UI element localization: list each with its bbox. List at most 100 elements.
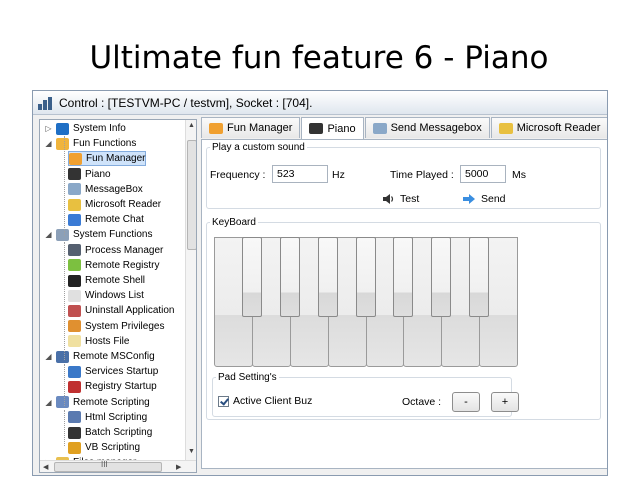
tree-item-label: Remote Scripting xyxy=(73,396,150,408)
tree-item-process-manager[interactable]: Process Manager xyxy=(68,243,163,258)
tree-item-windows-list[interactable]: Windows List xyxy=(68,288,144,303)
piano-keyboard xyxy=(214,237,518,367)
active-client-buz-checkbox[interactable]: Active Client Buz xyxy=(218,395,312,407)
scroll-up-icon[interactable]: ▲ xyxy=(188,122,195,129)
piano-icon xyxy=(309,123,324,134)
smiley-folder-icon xyxy=(56,137,69,150)
tree-item-label: Fun Functions xyxy=(73,138,137,150)
tree-item-remote-msconfig[interactable]: ◢ Remote MSConfig xyxy=(44,349,155,364)
octave-decrease-button[interactable]: - xyxy=(452,392,480,412)
piano-black-key[interactable] xyxy=(469,237,490,317)
window-titlebar[interactable]: Control : [TESTVM-PC / testvm], Socket :… xyxy=(33,91,607,115)
expander-icon[interactable]: ◢ xyxy=(44,352,53,361)
window-right-edge xyxy=(607,116,608,476)
tree-item-messagebox[interactable]: MessageBox xyxy=(68,182,143,197)
tree-vertical-scroll-thumb[interactable] xyxy=(187,140,196,250)
tab-strip: Fun Manager Piano Send Messagebox Microsoft… xyxy=(201,117,607,139)
pad-settings-group-label: Pad Setting's xyxy=(216,372,279,383)
expander-icon[interactable]: ◢ xyxy=(44,230,53,239)
tree-item-system-functions[interactable]: ◢ System Functions xyxy=(44,227,152,242)
chat-icon xyxy=(68,213,81,226)
piano-panel: Play a custom sound Frequency : Hz Time … xyxy=(201,139,607,469)
tree-item-system-info[interactable]: ▷ System Info xyxy=(44,121,126,136)
uninstall-icon xyxy=(68,304,81,317)
tree-horizontal-scroll-thumb[interactable]: III xyxy=(54,460,162,472)
expander-icon[interactable]: ◢ xyxy=(44,139,53,148)
slide-title: Ultimate fun feature 6 - Piano xyxy=(89,40,549,76)
tree-item-remote-chat[interactable]: Remote Chat xyxy=(68,212,144,227)
tree-item-services-startup[interactable]: Services Startup xyxy=(68,364,158,379)
registry-startup-icon xyxy=(68,380,81,393)
tree-connector-line xyxy=(64,242,65,360)
piano-black-key[interactable] xyxy=(355,237,376,317)
tree-item-label: System Info xyxy=(73,123,126,134)
registry-icon xyxy=(68,259,81,272)
piano-black-key[interactable] xyxy=(393,237,414,317)
tree-item-remote-registry[interactable]: Remote Registry xyxy=(68,258,159,273)
tab-microsoft-reader[interactable]: Microsoft Reader xyxy=(490,117,607,138)
tab-label: Piano xyxy=(327,122,356,135)
tree-item-system-privileges[interactable]: System Privileges xyxy=(68,319,164,334)
tree-item-label: MessageBox xyxy=(85,183,143,195)
tab-piano[interactable]: Piano xyxy=(301,117,364,139)
tree-item-label: Fun Manager xyxy=(86,153,146,165)
tree-item-label: Remote Chat xyxy=(85,214,144,226)
tree-item-label: Remote Registry xyxy=(85,259,160,271)
frequency-input[interactable] xyxy=(272,165,328,183)
test-button[interactable]: Test xyxy=(382,193,419,205)
expander-icon[interactable]: ◢ xyxy=(44,398,53,407)
services-icon xyxy=(68,365,81,378)
octave-increase-button[interactable]: + xyxy=(491,392,519,412)
tree-item-hosts-file[interactable]: Hosts File xyxy=(68,334,129,349)
shell-icon xyxy=(68,274,81,287)
tree-item-label: Remote Shell xyxy=(85,275,146,286)
tree-item-batch-scripting[interactable]: Batch Scripting xyxy=(68,425,152,440)
piano-black-key[interactable] xyxy=(279,237,300,317)
tree-item-fun-functions[interactable]: ◢ Fun Functions xyxy=(44,136,136,151)
tree-horizontal-scrollbar[interactable]: ◀ III ▶ xyxy=(40,460,196,472)
vb-icon xyxy=(68,441,81,454)
piano-black-key[interactable] xyxy=(431,237,452,317)
scroll-right-icon[interactable]: ▶ xyxy=(176,463,181,471)
tree-item-microsoft-reader[interactable]: Microsoft Reader xyxy=(68,197,161,212)
window-title: Control : [TESTVM-PC / testvm], Socket :… xyxy=(59,95,313,110)
process-manager-icon xyxy=(68,244,81,257)
tree-item-label: System Privileges xyxy=(85,320,165,332)
send-button[interactable]: Send xyxy=(462,193,506,205)
fun-manager-icon xyxy=(209,122,223,134)
tree-item-html-scripting[interactable]: Html Scripting xyxy=(68,410,147,425)
expander-icon[interactable]: ▷ xyxy=(44,124,53,133)
tree-item-label: Piano xyxy=(85,168,111,180)
tab-fun-manager[interactable]: Fun Manager xyxy=(201,117,301,138)
batch-icon xyxy=(68,426,81,439)
navigation-tree: ▷ System Info ◢ Fun Functions Fun Manager Pia… xyxy=(39,119,197,473)
tree-connector-line xyxy=(64,410,65,446)
send-button-label: Send xyxy=(481,193,506,205)
scripting-icon xyxy=(56,396,69,409)
keyboard-group-label: KeyBoard xyxy=(210,217,258,228)
tree-item-label: Process Manager xyxy=(85,244,164,256)
tab-send-messagebox[interactable]: Send Messagebox xyxy=(364,117,490,138)
tree-item-fun-manager[interactable]: Fun Manager xyxy=(68,151,147,167)
tab-label: Microsoft Reader xyxy=(516,122,601,134)
tree-vertical-scrollbar[interactable]: ▲ ▼ xyxy=(185,120,196,460)
time-played-unit: Ms xyxy=(512,169,526,181)
info-icon xyxy=(56,122,69,135)
scroll-down-icon[interactable]: ▼ xyxy=(188,448,195,455)
time-played-input[interactable] xyxy=(460,165,506,183)
tree-item-registry-startup[interactable]: Registry Startup xyxy=(68,379,157,394)
system-functions-icon xyxy=(56,228,69,241)
arrow-right-icon xyxy=(463,194,475,204)
piano-black-key[interactable] xyxy=(317,237,338,317)
test-button-label: Test xyxy=(400,193,420,205)
fun-manager-icon xyxy=(69,152,82,165)
tree-item-remote-scripting[interactable]: ◢ Remote Scripting xyxy=(44,395,150,410)
tree-item-piano[interactable]: Piano xyxy=(68,167,111,182)
scroll-left-icon[interactable]: ◀ xyxy=(43,463,48,471)
tree-item-uninstall-application[interactable]: Uninstall Application xyxy=(68,303,175,318)
tree-item-vb-scripting[interactable]: VB Scripting xyxy=(68,440,140,455)
piano-black-key[interactable] xyxy=(241,237,262,317)
frequency-label: Frequency : xyxy=(210,169,266,181)
tree-item-remote-shell[interactable]: Remote Shell xyxy=(68,273,145,288)
active-client-buz-label: Active Client Buz xyxy=(233,395,313,407)
